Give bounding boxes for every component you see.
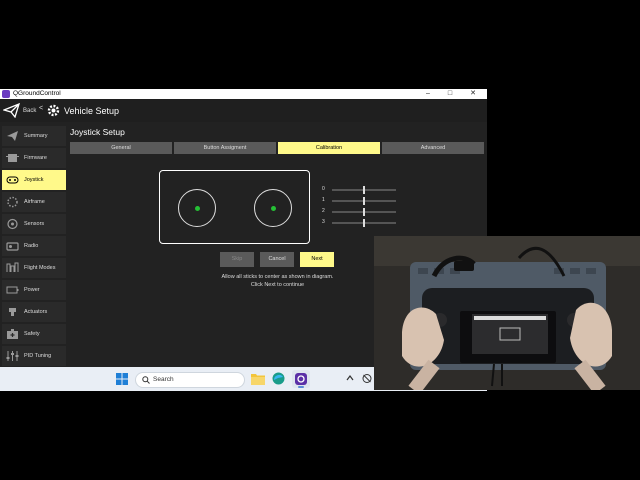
cancel-button[interactable]: Cancel (260, 252, 294, 267)
back-button[interactable]: Back (3, 102, 43, 120)
instruction-line-1: Allow all sticks to center as shown in d… (221, 274, 334, 280)
sidebar-item-label: Summary (24, 133, 48, 139)
axis-indicator (363, 186, 365, 194)
sensors-icon (7, 218, 18, 230)
flight-modes-icon (6, 262, 19, 272)
skip-button[interactable]: Skip (220, 252, 254, 267)
search-icon (142, 376, 150, 384)
instruction-line-2: Click Next to continue (250, 282, 305, 288)
breadcrumb-separator: < (39, 105, 44, 112)
gear-icon (47, 104, 60, 117)
back-label: Back (23, 108, 37, 114)
chevron-up-icon[interactable] (346, 375, 354, 381)
sidebar-item-firmware[interactable]: Firmware (2, 148, 66, 168)
axis-label: 0 (322, 186, 325, 192)
section-heading: Joystick Setup (70, 127, 125, 137)
axis-label: 1 (322, 197, 325, 203)
left-stick (178, 189, 216, 227)
sidebar-item-summary[interactable]: Summary (2, 126, 66, 146)
axis-row: 3 (322, 219, 398, 227)
sidebar-item-airframe[interactable]: Airframe (2, 192, 66, 212)
axis-indicator (363, 197, 365, 205)
window-titlebar: QGroundControl – □ ✕ (0, 89, 487, 99)
qgroundcontrol-taskbar-item[interactable] (292, 370, 310, 388)
left-stick-position-dot (194, 205, 200, 211)
handheld-controller-photo (374, 236, 640, 390)
paper-plane-icon (3, 103, 20, 118)
sidebar-item-pid-tuning[interactable]: PID Tuning (2, 346, 66, 366)
minimize-button[interactable]: – (420, 89, 436, 99)
sidebar-item-label: Joystick (24, 177, 44, 183)
maximize-button[interactable]: □ (442, 89, 458, 99)
sidebar-item-joystick[interactable]: Joystick (2, 170, 66, 190)
right-stick (254, 189, 292, 227)
sidebar-item-power[interactable]: Power (2, 280, 66, 300)
axis-indicator (363, 208, 365, 216)
sidebar-item-label: PID Tuning (24, 353, 52, 359)
sidebar-item-label: Safety (24, 331, 40, 337)
axis-indicator (363, 219, 365, 227)
airframe-icon (7, 196, 18, 208)
sidebar-item-label: Airframe (24, 199, 45, 205)
close-button[interactable]: ✕ (465, 89, 481, 99)
camera-overlay-video (374, 236, 640, 390)
qgroundcontrol-app-icon (295, 373, 307, 385)
paper-plane-icon (7, 131, 18, 141)
gamepad-icon (6, 176, 19, 184)
tab-button-assigment[interactable]: Button Assigment (174, 142, 276, 154)
battery-icon (6, 286, 19, 294)
sliders-icon (6, 351, 19, 361)
firmware-icon (6, 154, 19, 162)
sidebar-item-radio[interactable]: Radio (2, 236, 66, 256)
next-button[interactable]: Next (300, 252, 334, 267)
file-explorer-icon[interactable] (251, 372, 265, 385)
sidebar: Summary Firmware Joystick Airframe Senso… (0, 123, 68, 367)
sidebar-item-actuators[interactable]: Actuators (2, 302, 66, 322)
sidebar-item-label: Flight Modes (24, 265, 56, 271)
sidebar-item-sensors[interactable]: Sensors (2, 214, 66, 234)
network-icon[interactable] (362, 374, 372, 383)
search-placeholder: Search (153, 376, 174, 383)
active-app-indicator (298, 386, 304, 388)
axis-row: 0 (322, 186, 398, 194)
axis-row: 2 (322, 208, 398, 216)
tab-advanced[interactable]: Advanced (382, 142, 484, 154)
tab-calibration[interactable]: Calibration (278, 142, 380, 154)
taskbar-search-box[interactable]: Search (135, 372, 245, 388)
sidebar-item-flight-modes[interactable]: Flight Modes (2, 258, 66, 278)
sidebar-item-label: Sensors (24, 221, 45, 227)
page-title: Vehicle Setup (64, 106, 120, 116)
right-stick-position-dot (270, 205, 276, 211)
axis-row: 1 (322, 197, 398, 205)
sidebar-item-label: Actuators (24, 309, 48, 315)
edge-browser-icon[interactable] (272, 372, 285, 385)
tab-general[interactable]: General (70, 142, 172, 154)
actuators-icon (9, 308, 16, 316)
radio-icon (6, 242, 19, 251)
joystick-diagram (159, 170, 310, 244)
windows-start-icon[interactable] (116, 373, 128, 385)
vehicle-setup-toolbar: Back < Vehicle Setup (0, 99, 487, 122)
axis-label: 2 (322, 208, 325, 214)
safety-icon (7, 329, 18, 339)
axis-label: 3 (322, 219, 325, 225)
qgc-logo-icon (2, 90, 10, 98)
sidebar-item-safety[interactable]: Safety (2, 324, 66, 344)
sidebar-item-label: Radio (24, 243, 39, 249)
sidebar-item-label: Power (24, 287, 40, 293)
sidebar-item-label: Firmware (24, 155, 47, 161)
window-title: QGroundControl (13, 90, 61, 97)
